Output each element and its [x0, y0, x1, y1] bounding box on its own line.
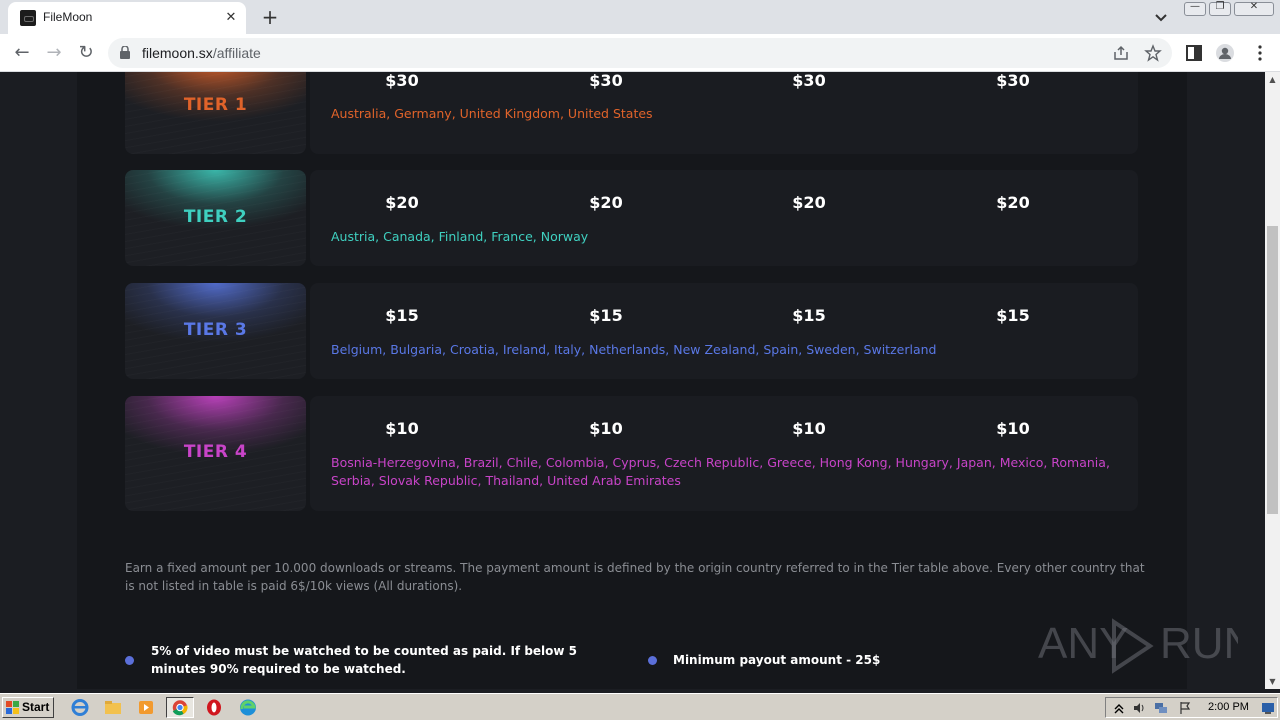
tier-label: TIER 2	[183, 207, 248, 227]
lock-icon[interactable]	[120, 46, 130, 59]
scroll-down-arrow-icon[interactable]: ▼	[1265, 674, 1280, 689]
edge-icon[interactable]	[236, 697, 260, 718]
tier-price: $20	[996, 193, 1030, 212]
tier-row-2: TIER 2 $20 $20 $20 $20 Austria, Canada, …	[125, 170, 1138, 266]
tier-price: $20	[385, 193, 419, 212]
tier-price: $30	[996, 72, 1030, 90]
tier-badge: TIER 1	[125, 72, 306, 154]
url-domain: filemoon.sx	[142, 45, 213, 61]
tier-price: $20	[589, 193, 623, 212]
anyrun-watermark-logo: ANY RUN	[1038, 618, 1238, 674]
tier-price: $15	[792, 306, 826, 325]
page-scrollbar[interactable]: ▲ ▼	[1265, 72, 1280, 689]
tab-filemoon[interactable]: FileMoon ✕	[8, 2, 246, 34]
window-close-button[interactable]: ✕	[1234, 1, 1274, 16]
tier-label: TIER 4	[183, 442, 248, 462]
tier-badge: TIER 2	[125, 170, 306, 266]
tier-price: $30	[792, 72, 826, 90]
tier-row-3: TIER 3 $15 $15 $15 $15 Belgium, Bulgaria…	[125, 283, 1138, 379]
tier-price: $10	[589, 419, 623, 438]
file-explorer-icon[interactable]	[101, 697, 125, 718]
volume-icon[interactable]	[1132, 701, 1146, 715]
tray-expand-icon[interactable]	[1112, 701, 1126, 715]
tier-row-1: TIER 1 $30 $30 $30 $30 Australia, German…	[125, 72, 1138, 154]
network-icon[interactable]	[1154, 701, 1168, 715]
tier-badge: TIER 4	[125, 396, 306, 511]
restore-button[interactable]: ❐	[1209, 1, 1231, 16]
tier-panel: $15 $15 $15 $15 Belgium, Bulgaria, Croat…	[310, 283, 1138, 379]
tab-strip: FileMoon ✕ + — ❐ ✕	[0, 0, 1280, 34]
tier-badge: TIER 3	[125, 283, 306, 379]
bullet-dot-icon	[648, 656, 657, 665]
tier-row-4: TIER 4 $10 $10 $10 $10 Bosnia-Herzegovin…	[125, 396, 1138, 511]
start-label: Start	[22, 700, 50, 714]
minimize-button[interactable]: —	[1184, 1, 1206, 16]
tier-label: TIER 1	[183, 95, 248, 115]
tier-countries: Belgium, Bulgaria, Croatia, Ireland, Ita…	[331, 342, 937, 357]
chrome-icon[interactable]	[166, 697, 194, 718]
url-text[interactable]: filemoon.sx/affiliate	[142, 45, 261, 61]
tier-countries: Australia, Germany, United Kingdom, Unit…	[331, 106, 653, 121]
internet-explorer-icon[interactable]	[68, 697, 92, 718]
url-path: /affiliate	[212, 45, 261, 61]
share-icon[interactable]	[1112, 44, 1130, 62]
forward-arrow-icon[interactable]: →	[42, 41, 66, 65]
system-tray: 2:00 PM	[1105, 697, 1278, 718]
tier-price: $15	[996, 306, 1030, 325]
filemoon-favicon-icon	[20, 10, 36, 26]
tab-search-chevron-icon[interactable]	[1152, 8, 1170, 26]
tier-countries: Bosnia-Herzegovina, Brazil, Chile, Colom…	[331, 455, 1110, 488]
tier-panel: $20 $20 $20 $20 Austria, Canada, Finland…	[310, 170, 1138, 266]
tier-panel: $10 $10 $10 $10 Bosnia-Herzegovina, Braz…	[310, 396, 1138, 511]
windows-taskbar: Start 2:00 PM	[0, 693, 1280, 720]
tier-price: $15	[385, 306, 419, 325]
scroll-thumb[interactable]	[1267, 226, 1278, 514]
profile-avatar-icon[interactable]	[1215, 43, 1235, 63]
tier-price: $10	[385, 419, 419, 438]
page-viewport: TIER 1 $30 $30 $30 $30 Australia, German…	[0, 72, 1265, 689]
tier-price: $15	[589, 306, 623, 325]
tray-clock[interactable]: 2:00 PM	[1208, 701, 1249, 713]
show-desktop-icon[interactable]	[1261, 701, 1275, 715]
media-player-icon[interactable]	[134, 697, 158, 718]
tier-price: $10	[996, 419, 1030, 438]
scroll-up-arrow-icon[interactable]: ▲	[1265, 72, 1280, 87]
tab-close-icon[interactable]: ✕	[222, 9, 240, 27]
tier-price: $10	[792, 419, 826, 438]
bookmark-star-icon[interactable]	[1144, 44, 1162, 62]
new-tab-button[interactable]: +	[258, 6, 282, 30]
tier-countries: Austria, Canada, Finland, France, Norway	[331, 229, 589, 244]
bullet-dot-icon	[125, 656, 134, 665]
affiliate-content: TIER 1 $30 $30 $30 $30 Australia, German…	[77, 72, 1187, 689]
svg-text:RUN: RUN	[1160, 619, 1238, 668]
watch-requirement-note: 5% of video must be watched to be counte…	[151, 644, 578, 676]
start-button[interactable]: Start	[2, 697, 54, 718]
tier-panel: $30 $30 $30 $30 Australia, Germany, Unit…	[310, 72, 1138, 154]
tier-price: $20	[792, 193, 826, 212]
tier-price: $30	[385, 72, 419, 90]
side-panel-icon[interactable]	[1184, 43, 1204, 63]
tab-title: FileMoon	[43, 10, 93, 24]
windows-flag-icon	[6, 701, 19, 714]
browser-toolbar: ← → ↻ filemoon.sx/affiliate	[0, 34, 1280, 72]
minimum-payout-note: Minimum payout amount - 25$	[673, 653, 881, 667]
reload-icon[interactable]: ↻	[74, 41, 98, 65]
tier-price: $30	[589, 72, 623, 90]
action-center-flag-icon[interactable]	[1178, 701, 1192, 715]
opera-icon[interactable]	[202, 697, 226, 718]
address-bar[interactable]: filemoon.sx/affiliate	[108, 38, 1172, 68]
tier-label: TIER 3	[183, 320, 248, 340]
back-arrow-icon[interactable]: ←	[10, 41, 34, 65]
payout-info-text: Earn a fixed amount per 10.000 downloads…	[125, 561, 1145, 593]
browser-menu-icon[interactable]	[1250, 43, 1270, 63]
